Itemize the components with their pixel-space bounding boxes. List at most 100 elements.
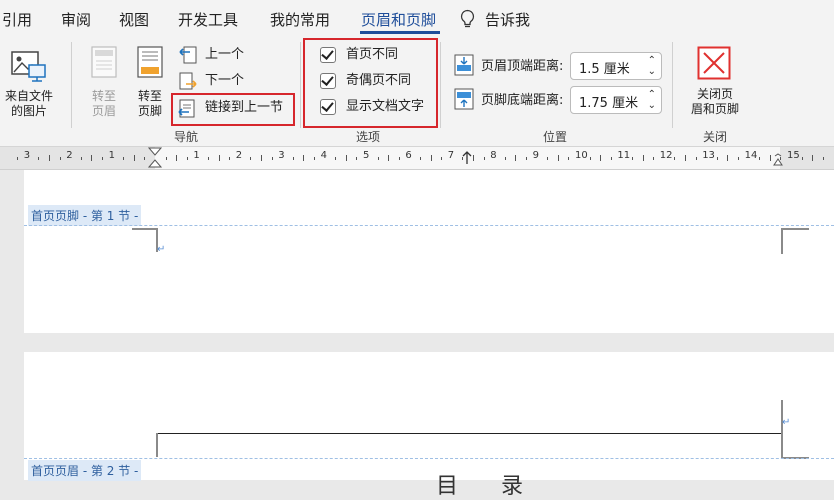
previous-label: 上一个 [205,47,245,62]
paragraph-mark-icon: ↵ [157,244,166,255]
spinner-arrows-icon[interactable]: ⌃ ⌄ [648,89,656,111]
ruler-tick [589,157,591,160]
goto-footer-button[interactable]: 转至 页脚 [130,46,170,121]
nav-group-label: 导航 [174,130,199,144]
tab-review[interactable]: 审阅 [61,9,91,30]
goto-footer-label: 转至 页脚 [137,89,162,118]
ruler-number: 2 [235,150,243,161]
previous-button[interactable]: 上一个 [178,44,263,66]
first-page-different-label: 首页不同 [346,47,399,62]
tab-tell-me[interactable]: 告诉我 [485,9,530,30]
ruler-number: 10 [575,150,588,161]
ruler-tick [229,157,231,160]
first-page-different-checkbox[interactable]: 首页不同 [320,46,430,66]
link-to-previous-label: 链接到上一节 [205,100,284,115]
paragraph-mark-icon: ↵ [782,417,791,428]
tab-developer[interactable]: 开发工具 [178,9,238,30]
close-header-footer-button[interactable]: 关闭页 眉和页脚 [683,46,747,121]
footer-section-tag: 首页页脚 - 第 1 节 - [28,205,142,226]
ruler-tick [165,157,167,160]
link-to-previous-button[interactable]: 链接到上一节 [178,97,290,119]
group-separator [440,42,441,128]
ruler-number: 1 [193,150,200,161]
ruler-number: 7 [447,150,455,161]
ruler-tick [483,157,485,160]
ruler-tick [642,155,644,161]
previous-section-icon [179,46,197,64]
ruler-tick [632,157,633,160]
ruler-number: 14 [744,150,758,161]
ruler-number: 3 [23,150,31,161]
link-to-previous-icon [178,99,195,118]
odd-even-different-checkbox[interactable]: 奇偶页不同 [320,72,430,92]
ruler-tick [515,155,517,161]
tab-view[interactable]: 视图 [119,9,149,30]
ruler-tick [292,157,294,160]
right-indent-icon[interactable] [772,153,784,167]
ruler-tick [186,157,188,160]
ruler-tick [250,157,252,160]
header-section-tag: 首页页眉 - 第 2 节 - [28,460,142,481]
ruler-tick [303,155,305,161]
footer-bottom-distance-icon [454,88,474,110]
tab-header-footer[interactable]: 页眉和页脚 [361,9,436,30]
ruler-tick [261,155,262,161]
ruler-tick [59,157,61,160]
ruler-tick [133,155,135,161]
footer-from-bottom-value: 1.75 厘米 [579,96,639,111]
options-group-label: 选项 [356,130,381,144]
next-section-icon [179,72,197,90]
checkbox-checked-icon [320,99,336,115]
indent-marker-icon[interactable] [148,147,162,169]
ruler-tick [176,155,178,161]
ruler-tick [727,155,729,161]
ruler-tick [17,157,19,160]
footer-from-bottom-label: 页脚底端距离: [481,93,564,108]
spinner-arrows-icon[interactable]: ⌃ ⌄ [648,55,656,77]
header-boundary-line [24,458,834,459]
ruler-tick [218,155,220,161]
ruler-tick [388,155,390,161]
toc-title-partial[interactable]: 目 录 [436,468,541,500]
ruler-tick [49,155,50,161]
ruler-tick [738,157,739,160]
ruler-tick [271,157,273,160]
header-from-top-input[interactable]: 1.5 厘米 ⌃ ⌄ [570,52,662,80]
ruler-number: 1 [108,150,115,161]
picture-from-file-button[interactable]: 来自文件 的图片 [0,48,58,123]
footer-boundary-line [24,225,834,226]
ruler-number: 11 [617,150,631,161]
ruler-tick [208,157,209,160]
show-document-text-checkbox[interactable]: 显示文档文字 [320,98,430,118]
ruler-number: 4 [320,150,327,161]
close-icon [697,46,731,80]
ruler-tick [557,155,559,161]
margin-corner-mark [781,228,809,254]
margin-corner-mark [132,228,158,252]
ruler-tick [812,155,814,161]
ruler-tick [822,157,824,160]
ruler-tick [653,157,655,160]
lightbulb-icon [460,9,475,28]
ruler-tick [547,157,549,160]
margin-corner-mark [781,433,809,459]
ruler-number: 12 [659,150,673,161]
ruler-tick [526,157,527,160]
header-top-distance-icon [454,54,474,76]
tab-my-favorites[interactable]: 我的常用 [270,9,330,30]
ruler-number: 8 [490,150,497,161]
ruler-tick [430,155,432,161]
tab-references[interactable]: 引用 [2,9,32,30]
group-separator [672,42,673,128]
goto-header-icon [91,46,117,78]
ruler-tick [674,157,676,160]
tab-stop-icon[interactable] [462,151,472,165]
goto-header-button[interactable]: 转至 页眉 [84,46,124,121]
group-separator [300,42,301,128]
next-button[interactable]: 下一个 [178,70,263,92]
next-label: 下一个 [205,73,245,88]
horizontal-ruler[interactable]: 3 2 1 1 2 3 4 5 6 7 8 9 10 11 12 13 14 15 [0,147,834,170]
ruler-tick [504,157,506,160]
footer-from-bottom-input[interactable]: 1.75 厘米 ⌃ ⌄ [570,86,662,114]
header-from-top-value: 1.5 厘米 [579,62,630,77]
